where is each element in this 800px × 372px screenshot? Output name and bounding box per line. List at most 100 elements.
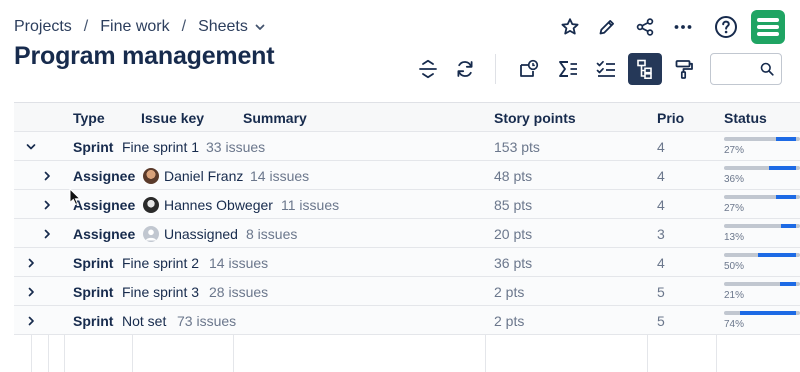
row-prio: 5 (657, 312, 665, 329)
status-progress: 36% (724, 166, 800, 185)
add-view-icon[interactable] (512, 53, 546, 85)
help-icon[interactable] (713, 14, 739, 40)
collapse-chevron-icon[interactable] (21, 132, 41, 161)
status-progress-fill (768, 166, 797, 170)
status-progress-fill (781, 224, 797, 228)
format-paint-icon[interactable] (667, 53, 701, 85)
breadcrumb-sheets[interactable]: Sheets (198, 18, 248, 36)
status-progress: 21% (724, 282, 800, 301)
row-story-points: 48 pts (494, 167, 533, 184)
table-row[interactable]: Sprint Fine sprint 1 33 issues 153 pts 4… (14, 132, 800, 161)
table-row[interactable]: Sprint Not set 73 issues 2 pts 5 74% (14, 306, 800, 335)
status-progress-fill (780, 282, 797, 286)
column-header-prio[interactable]: Prio (657, 103, 684, 132)
row-name: Fine sprint 2 (122, 254, 200, 271)
row-issue-count: 11 issues (281, 196, 340, 213)
row-prio: 5 (657, 283, 665, 300)
row-issue-count: 73 issues (177, 312, 237, 329)
breadcrumb-fine-work[interactable]: Fine work (100, 18, 169, 36)
status-progress: 13% (724, 224, 800, 243)
row-name: Daniel Franz (164, 167, 244, 184)
status-progress-fill (775, 195, 797, 199)
table-row[interactable]: Assignee Hannes Obweger 11 issues 85 pts… (14, 190, 800, 219)
status-percent: 27% (724, 145, 745, 156)
breadcrumb: Projects / Fine work / Sheets (14, 18, 266, 36)
expand-chevron-icon[interactable] (21, 306, 41, 335)
row-type: Sprint (73, 283, 114, 300)
status-percent: 13% (724, 232, 745, 243)
status-percent: 27% (724, 203, 745, 214)
row-name: Unassigned (164, 225, 238, 242)
row-prio: 4 (657, 254, 665, 271)
row-story-points: 85 pts (494, 196, 533, 213)
breadcrumb-separator: / (83, 18, 89, 35)
row-type: Sprint (73, 312, 114, 329)
hierarchy-icon[interactable] (628, 53, 662, 85)
table-row[interactable]: Assignee Unassigned 8 issues 20 pts 3 13… (14, 219, 800, 248)
row-type: Sprint (73, 254, 114, 271)
table-row[interactable]: Sprint Fine sprint 3 28 issues 2 pts 5 2… (14, 277, 800, 306)
column-header-summary[interactable]: Summary (243, 103, 307, 132)
status-progress: 27% (724, 137, 800, 156)
share-icon[interactable] (633, 15, 657, 39)
column-header-issue-key[interactable]: Issue key (141, 103, 204, 132)
app-logo-icon[interactable] (751, 10, 785, 44)
expand-chevron-icon[interactable] (37, 219, 57, 248)
status-percent: 36% (724, 174, 745, 185)
row-issue-count: 28 issues (209, 283, 269, 300)
row-type: Sprint (73, 138, 114, 155)
more-icon[interactable] (671, 15, 695, 39)
star-icon[interactable] (558, 15, 582, 39)
row-issue-count: 33 issues (206, 138, 266, 155)
avatar (143, 196, 159, 213)
row-issue-count: 8 issues (246, 225, 298, 242)
sum-icon[interactable] (551, 53, 585, 85)
status-progress: 50% (724, 253, 800, 272)
table-row[interactable]: Assignee Daniel Franz 14 issues 48 pts 4… (14, 161, 800, 190)
status-percent: 74% (724, 319, 745, 330)
row-prio: 4 (657, 138, 665, 155)
row-story-points: 36 pts (494, 254, 533, 271)
collapse-rows-icon[interactable] (411, 53, 445, 85)
column-header-status[interactable]: Status (724, 103, 767, 132)
table-row[interactable]: Sprint Fine sprint 2 14 issues 36 pts 4 … (14, 248, 800, 277)
row-type: Assignee (73, 225, 136, 242)
pencil-icon[interactable] (595, 15, 619, 39)
row-name: Fine sprint 3 (122, 283, 200, 300)
toolbar-divider (495, 54, 496, 84)
row-type: Assignee (73, 196, 136, 213)
avatar (143, 167, 159, 184)
status-percent: 50% (724, 261, 745, 272)
status-progress: 27% (724, 195, 800, 214)
row-story-points: 20 pts (494, 225, 533, 242)
row-story-points: 153 pts (494, 138, 540, 155)
expand-chevron-icon[interactable] (37, 190, 57, 219)
table-header: Type Issue key Summary Story points Prio… (14, 103, 800, 132)
expand-chevron-icon[interactable] (21, 277, 41, 306)
row-story-points: 2 pts (494, 283, 525, 300)
avatar (143, 225, 159, 242)
expand-chevron-icon[interactable] (37, 161, 57, 190)
row-issue-count: 14 issues (250, 167, 310, 184)
breadcrumb-separator: / (181, 18, 187, 35)
status-progress: 74% (724, 311, 800, 330)
status-percent: 21% (724, 290, 745, 301)
mouse-pointer-icon (69, 187, 81, 211)
search-icon[interactable] (760, 62, 774, 81)
row-story-points: 2 pts (494, 312, 525, 329)
column-header-story-points[interactable]: Story points (494, 103, 576, 132)
checklist-icon[interactable] (589, 53, 623, 85)
sheet-grid: Type Issue key Summary Story points Prio… (14, 102, 800, 372)
chevron-down-icon[interactable] (254, 21, 266, 33)
search-input[interactable] (717, 55, 763, 83)
page-title: Program management (14, 42, 275, 70)
refresh-icon[interactable] (448, 53, 482, 85)
status-progress-fill (758, 253, 797, 257)
expand-chevron-icon[interactable] (21, 248, 41, 277)
breadcrumb-projects[interactable]: Projects (14, 18, 72, 36)
row-prio: 3 (657, 225, 665, 242)
column-header-type[interactable]: Type (73, 103, 105, 132)
row-issue-count: 14 issues (209, 254, 269, 271)
row-name: Hannes Obweger (164, 196, 273, 213)
row-prio: 4 (657, 196, 665, 213)
